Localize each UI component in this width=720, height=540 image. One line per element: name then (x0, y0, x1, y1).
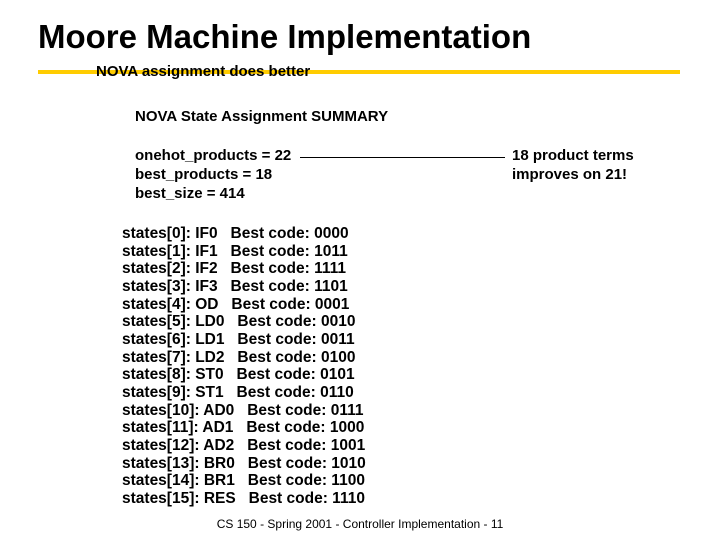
states-block: states[0]: IF0 Best code: 0000 states[1]… (122, 225, 366, 508)
slide-title: Moore Machine Implementation (38, 18, 531, 56)
note-line2: improves on 21! (512, 166, 634, 185)
note-line1: 18 product terms (512, 147, 634, 166)
best-products: best_products = 18 (135, 166, 291, 185)
note-block: 18 product terms improves on 21! (512, 147, 634, 185)
onehot-products: onehot_products = 22 (135, 147, 291, 166)
best-size: best_size = 414 (135, 185, 291, 204)
products-block: onehot_products = 22 best_products = 18 … (135, 147, 291, 203)
slide-footer: CS 150 - Spring 2001 - Controller Implem… (0, 517, 720, 531)
connector-line (300, 157, 505, 158)
subtitle: NOVA assignment does better (96, 63, 310, 80)
summary-heading: NOVA State Assignment SUMMARY (135, 108, 388, 125)
